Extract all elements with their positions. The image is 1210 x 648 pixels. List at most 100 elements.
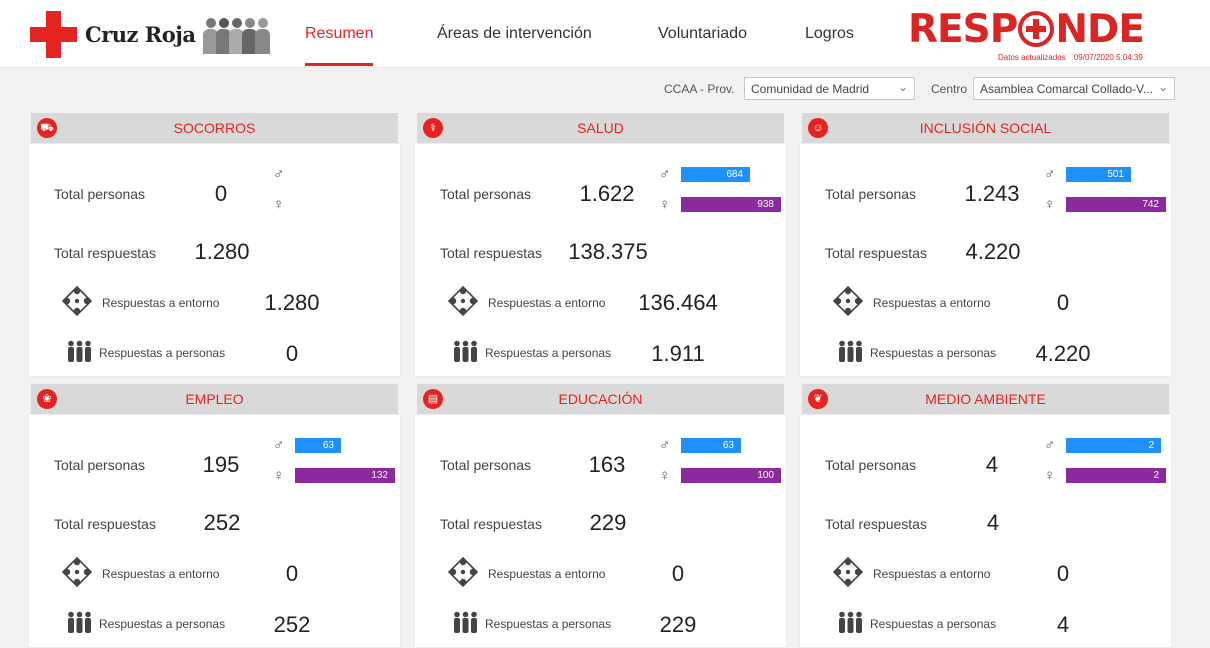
resp-personas-label: Respuestas a personas [99, 617, 226, 631]
resp-personas-label: Respuestas a personas [485, 617, 612, 631]
male-icon: ♂ [1044, 437, 1056, 454]
total-respuestas-label: Total respuestas [825, 245, 927, 261]
cruz-roja-logo: Cruz Roja [30, 10, 271, 58]
card-header: ▤ EDUCACIÓN [417, 384, 784, 414]
tab-resumen[interactable]: Resumen [305, 0, 374, 68]
card-body: Total personas 0 ♂ ♀ Total respuestas 1.280 Re… [28, 143, 401, 377]
female-count-bar: 132 [295, 468, 395, 483]
resp-entorno-label: Respuestas a entorno [102, 567, 220, 581]
total-personas-label: Total personas [440, 457, 532, 473]
resp-personas-value: 1.911 [651, 341, 705, 366]
resp-personas-value: 4.220 [1035, 341, 1091, 366]
male-count-bar: 2 [1066, 438, 1161, 453]
male-count-bar: 501 [1066, 167, 1131, 182]
card-header: ☺ INCLUSIÓN SOCIAL [802, 113, 1169, 143]
total-personas-value: 195 [202, 452, 240, 477]
responde-logo: RESP NDE [908, 6, 1145, 52]
resp-personas-label: Respuestas a personas [870, 617, 997, 631]
total-respuestas-value: 1.280 [194, 239, 250, 264]
ccaa-select[interactable]: Comunidad de Madrid ⌄ [744, 77, 915, 100]
card-body: Total personas 1.243 ♂ ♀ 501 742 Total respues… [799, 143, 1172, 377]
card-title: SOCORROS [173, 120, 256, 136]
female-icon: ♀ [659, 467, 671, 484]
resp-entorno-label: Respuestas a entorno [873, 567, 991, 581]
female-icon: ♀ [1044, 196, 1056, 213]
people-group-icon [66, 611, 93, 633]
total-personas-value: 1.622 [579, 181, 635, 206]
people-group-icon [452, 611, 479, 633]
total-personas-label: Total personas [825, 186, 917, 202]
resp-entorno-value: 136.464 [638, 290, 718, 315]
responde-logo-left: RESP [908, 6, 1018, 52]
male-icon: ♂ [659, 437, 671, 454]
female-count-bar: 2 [1066, 468, 1166, 483]
total-respuestas-label: Total respuestas [825, 516, 927, 532]
resp-entorno-label: Respuestas a entorno [873, 296, 991, 310]
total-personas-value: 163 [588, 452, 626, 477]
total-respuestas-value: 138.375 [568, 239, 648, 264]
card-title: MEDIO AMBIENTE [925, 391, 1046, 407]
red-cross-icon [30, 10, 77, 58]
resp-entorno-label: Respuestas a entorno [102, 296, 220, 310]
resp-personas-value: 252 [273, 612, 311, 637]
resp-entorno-value: 0 [1056, 561, 1070, 586]
people-logo-icon [203, 14, 271, 54]
resp-personas-value: 0 [285, 341, 299, 366]
centro-filter-label: Centro [931, 82, 968, 96]
ccaa-select-value: Comunidad de Madrid [751, 82, 870, 96]
card-title: EMPLEO [185, 391, 244, 407]
total-respuestas-value: 4.220 [965, 239, 1021, 264]
summary-card: ❦ MEDIO AMBIENTE Total personas 4 ♂ ♀ 2 2 Total … [799, 384, 1172, 648]
resp-personas-value: 229 [659, 612, 697, 637]
centro-select-value: Asamblea Comarcal Collado-V... [980, 82, 1153, 96]
brand-name: Cruz Roja [85, 21, 196, 47]
tab-areas-intervencion[interactable]: Áreas de intervención [437, 0, 592, 68]
male-count-bar: 63 [681, 438, 741, 453]
resp-entorno-value: 0 [1056, 290, 1070, 315]
male-icon: ♂ [273, 437, 285, 454]
cross-circle-icon [1018, 11, 1055, 47]
responde-logo-right: NDE [1055, 6, 1145, 52]
summary-card: ☺ INCLUSIÓN SOCIAL Total personas 1.243 ♂ ♀ 50… [799, 113, 1172, 377]
total-personas-value: 1.243 [964, 181, 1020, 206]
total-respuestas-label: Total respuestas [440, 245, 542, 261]
environment-network-icon [832, 556, 864, 588]
female-icon: ♀ [273, 196, 285, 213]
male-icon: ♂ [273, 166, 285, 183]
last-updated-value: 09/07/2020 5:04:39 [1073, 53, 1143, 62]
resp-entorno-value: 1.280 [264, 290, 320, 315]
tab-voluntariado[interactable]: Voluntariado [658, 0, 747, 68]
card-body: Total personas 163 ♂ ♀ 63 100 Total respuestas… [414, 414, 787, 648]
environment-network-icon [61, 556, 93, 588]
card-title: INCLUSIÓN SOCIAL [919, 120, 1052, 136]
ccaa-filter-label: CCAA - Prov. [664, 82, 735, 96]
total-personas-label: Total personas [54, 457, 146, 473]
centro-select[interactable]: Asamblea Comarcal Collado-V... ⌄ [973, 77, 1175, 100]
environment-network-icon [61, 285, 93, 317]
card-body: Total personas 195 ♂ ♀ 63 132 Total respuestas… [28, 414, 401, 648]
female-icon: ♀ [659, 196, 671, 213]
chevron-down-icon: ⌄ [1157, 80, 1168, 94]
resp-entorno-label: Respuestas a entorno [488, 296, 606, 310]
total-personas-value: 4 [985, 452, 999, 477]
chevron-down-icon: ⌄ [897, 80, 908, 94]
female-count-bar: 100 [681, 468, 781, 483]
people-group-icon [452, 340, 479, 362]
total-respuestas-value: 252 [203, 510, 241, 535]
last-updated: Datos actualizados 09/07/2020 5:04:39 [998, 53, 1143, 62]
resp-personas-label: Respuestas a personas [99, 346, 226, 360]
summary-card: ⛟ SOCORROS Total personas 0 ♂ ♀ Total respuest… [28, 113, 401, 377]
total-respuestas-value: 229 [589, 510, 627, 535]
tab-logros[interactable]: Logros [805, 0, 854, 68]
resp-personas-label: Respuestas a personas [870, 346, 997, 360]
resp-entorno-value: 0 [671, 561, 685, 586]
summary-card: ⚕ SALUD Total personas 1.622 ♂ ♀ 684 938 Total r… [414, 113, 787, 377]
summary-card: ▤ EDUCACIÓN Total personas 163 ♂ ♀ 63 100 Total … [414, 384, 787, 648]
environment-network-icon [447, 285, 479, 317]
resp-personas-label: Respuestas a personas [485, 346, 612, 360]
female-icon: ♀ [273, 467, 285, 484]
resp-entorno-label: Respuestas a entorno [488, 567, 606, 581]
total-personas-label: Total personas [54, 186, 146, 202]
total-personas-value: 0 [214, 181, 228, 206]
environment-network-icon [832, 285, 864, 317]
